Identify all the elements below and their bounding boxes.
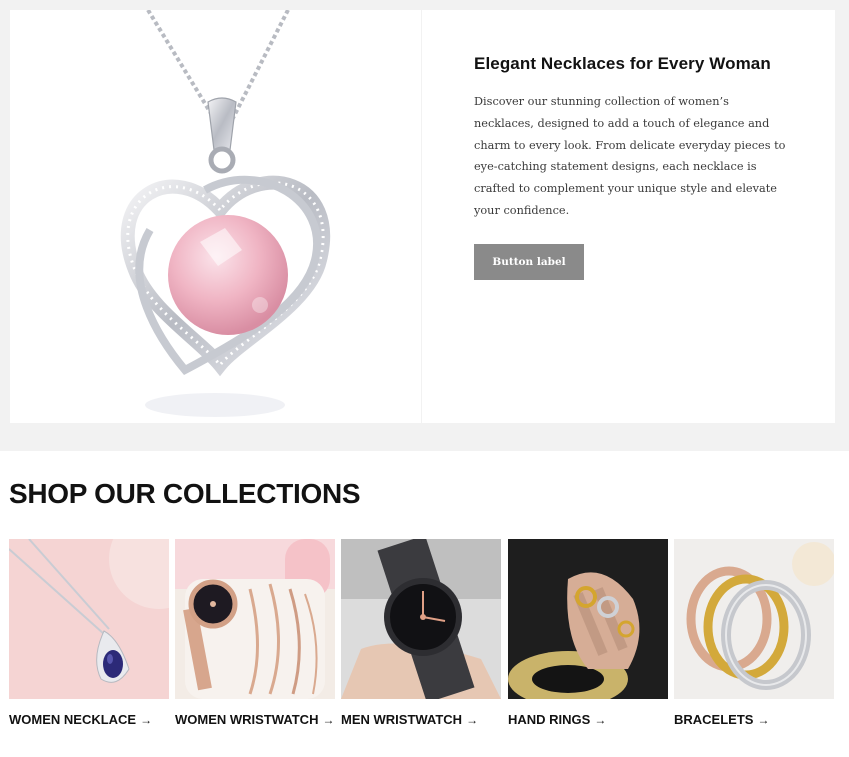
collection-link-women-necklace[interactable]: WOMEN NECKLACE → [9,712,169,727]
feature-heading: Elegant Necklaces for Every Woman [474,54,771,73]
collection-image-women-necklace[interactable] [9,539,169,699]
feature-text-panel: Elegant Necklaces for Every Woman Discov… [422,10,835,423]
collection-label: WOMEN NECKLACE [9,712,137,727]
collection-label: BRACELETS [674,712,754,727]
collection-link-men-wristwatch[interactable]: MEN WRISTWATCH → [341,712,501,727]
blue-gem-necklace-icon [9,539,169,699]
black-mesh-watch-icon [341,539,501,699]
collection-label: MEN WRISTWATCH [341,712,463,727]
collections-title: SHOP OUR COLLECTIONS [9,478,361,509]
featured-necklace-image [10,10,421,423]
arrow-right-icon: → [140,712,153,727]
feature-cta-button[interactable]: Button label [474,244,584,280]
arrow-right-icon: → [466,712,479,727]
image-with-text-section: Elegant Necklaces for Every Woman Discov… [0,0,849,451]
arrow-right-icon: → [594,712,607,727]
collection-label: WOMEN WRISTWATCH [175,712,319,727]
collection-image-hand-rings[interactable] [508,539,668,699]
collection-image-bracelets[interactable] [674,539,834,699]
stacked-bangles-icon [674,539,834,699]
collection-label: HAND RINGS [508,712,591,727]
feature-description: Discover our stunning collection of wome… [474,95,786,217]
arrow-right-icon: → [322,712,335,727]
gold-rings-hand-icon [508,539,668,699]
collection-image-women-wristwatch[interactable] [175,539,335,699]
collection-card-bracelets[interactable]: BRACELETS → [674,539,834,727]
collection-card-men-wristwatch[interactable]: MEN WRISTWATCH → [341,539,501,727]
rose-gold-watch-icon [175,539,335,699]
collection-image-men-wristwatch[interactable] [341,539,501,699]
collection-link-bracelets[interactable]: BRACELETS → [674,712,834,727]
collection-card-hand-rings[interactable]: HAND RINGS → [508,539,668,727]
collection-link-hand-rings[interactable]: HAND RINGS → [508,712,668,727]
collection-link-women-wristwatch[interactable]: WOMEN WRISTWATCH → [175,712,335,727]
collection-card-women-wristwatch[interactable]: WOMEN WRISTWATCH → [175,539,335,727]
arrow-right-icon: → [757,712,770,727]
collection-card-women-necklace[interactable]: WOMEN NECKLACE → [9,539,169,727]
heart-pendant-icon [120,10,331,417]
